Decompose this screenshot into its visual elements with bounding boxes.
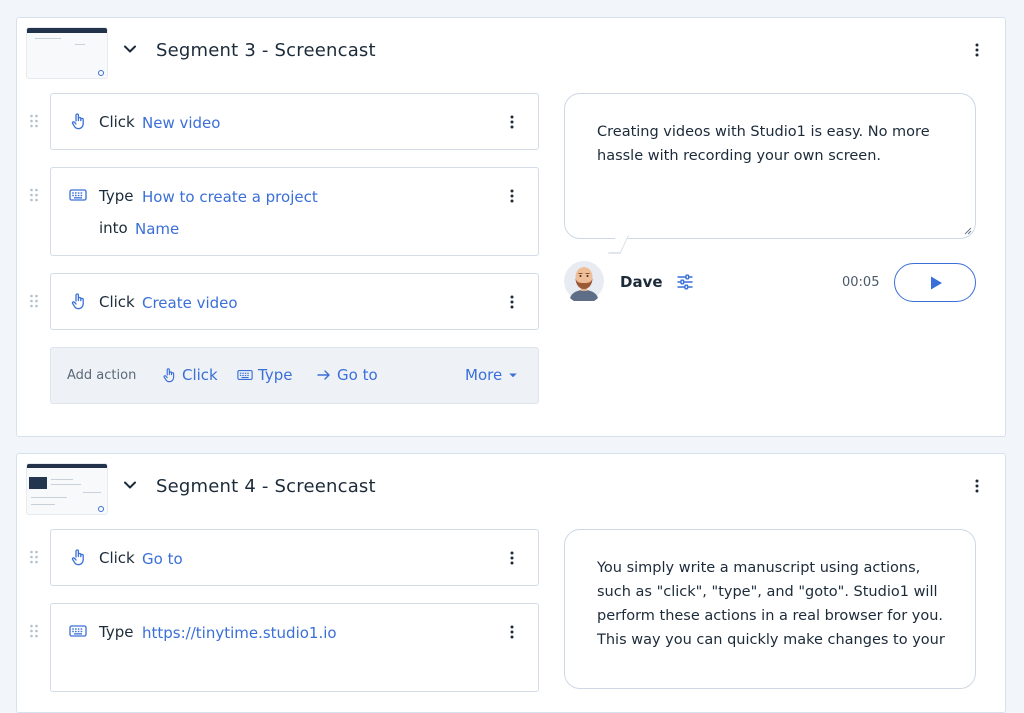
speaker-name: Dave (620, 273, 663, 291)
add-click-label: Click (182, 366, 218, 384)
action-row[interactable]: Click Create video (50, 273, 539, 330)
segment-thumbnail[interactable] (26, 463, 108, 515)
segment-4: Segment 4 - Screencast Click Go to Type … (16, 453, 1006, 713)
kebab-menu-icon[interactable] (504, 188, 520, 204)
add-goto-button[interactable]: Go to (316, 366, 378, 384)
sliders-icon[interactable] (676, 273, 694, 291)
chevron-down-icon[interactable] (123, 42, 137, 56)
pointer-hand-icon (161, 367, 177, 383)
pointer-hand-icon (69, 292, 87, 310)
action-value[interactable]: Create video (142, 294, 238, 312)
action-verb: Click (99, 549, 135, 567)
play-icon (931, 276, 942, 290)
script-text: Creating videos with Studio1 is easy. No… (597, 124, 930, 164)
script-textarea[interactable]: You simply write a manuscript using acti… (564, 529, 976, 689)
thumbnail-indicator-icon (98, 70, 104, 76)
action-value[interactable]: https://tinytime.studio1.io (142, 624, 337, 642)
add-type-button[interactable]: Type (237, 366, 292, 384)
action-into-label: into (99, 219, 128, 237)
action-row[interactable]: Click New video (50, 93, 539, 150)
drag-handle-icon[interactable] (29, 188, 39, 202)
kebab-menu-icon[interactable] (504, 624, 520, 640)
kebab-menu-icon[interactable] (504, 294, 520, 310)
script-textarea[interactable]: Creating videos with Studio1 is easy. No… (564, 93, 976, 239)
caret-down-icon (509, 373, 517, 378)
thumbnail-indicator-icon (98, 506, 104, 512)
action-verb: Type (99, 623, 134, 641)
add-goto-label: Go to (337, 366, 378, 384)
arrow-right-icon (317, 370, 330, 380)
action-value[interactable]: Go to (142, 550, 183, 568)
action-verb: Type (99, 187, 134, 205)
action-row[interactable]: Type How to create a project into Name (50, 167, 539, 256)
resize-handle-icon[interactable] (964, 227, 972, 235)
kebab-menu-icon[interactable] (969, 42, 985, 58)
add-action-label: Add action (67, 368, 137, 383)
add-type-label: Type (258, 366, 293, 384)
pointer-hand-icon (69, 548, 87, 566)
play-button[interactable] (894, 263, 976, 302)
keyboard-icon (69, 186, 87, 204)
action-row[interactable]: Type https://tinytime.studio1.io (50, 603, 539, 692)
segment-3: Segment 3 - Screencast Click New video T… (16, 17, 1006, 437)
kebab-menu-icon[interactable] (504, 550, 520, 566)
add-click-button[interactable]: Click (161, 366, 218, 384)
kebab-menu-icon[interactable] (504, 114, 520, 130)
segment-thumbnail[interactable] (26, 27, 108, 79)
chevron-down-icon[interactable] (123, 478, 137, 492)
action-verb: Click (99, 113, 135, 131)
action-verb: Click (99, 293, 135, 311)
audio-duration: 00:05 (842, 275, 880, 290)
more-label: More (465, 366, 503, 384)
add-action-bar: Add action Click Type Go to More (50, 347, 539, 404)
segment-title: Segment 3 - Screencast (156, 40, 376, 61)
keyboard-icon (69, 622, 87, 640)
drag-handle-icon[interactable] (29, 114, 39, 128)
drag-handle-icon[interactable] (29, 624, 39, 638)
drag-handle-icon[interactable] (29, 550, 39, 564)
drag-handle-icon[interactable] (29, 294, 39, 308)
keyboard-icon (237, 367, 253, 383)
segment-title: Segment 4 - Screencast (156, 476, 376, 497)
action-target[interactable]: Name (135, 220, 179, 238)
pointer-hand-icon (69, 112, 87, 130)
script-text: You simply write a manuscript using acti… (597, 560, 945, 648)
speaker-avatar (564, 261, 604, 301)
action-row[interactable]: Click Go to (50, 529, 539, 586)
more-actions-button[interactable]: More (465, 366, 519, 384)
kebab-menu-icon[interactable] (969, 478, 985, 494)
action-value[interactable]: How to create a project (142, 188, 318, 206)
action-value[interactable]: New video (142, 114, 220, 132)
